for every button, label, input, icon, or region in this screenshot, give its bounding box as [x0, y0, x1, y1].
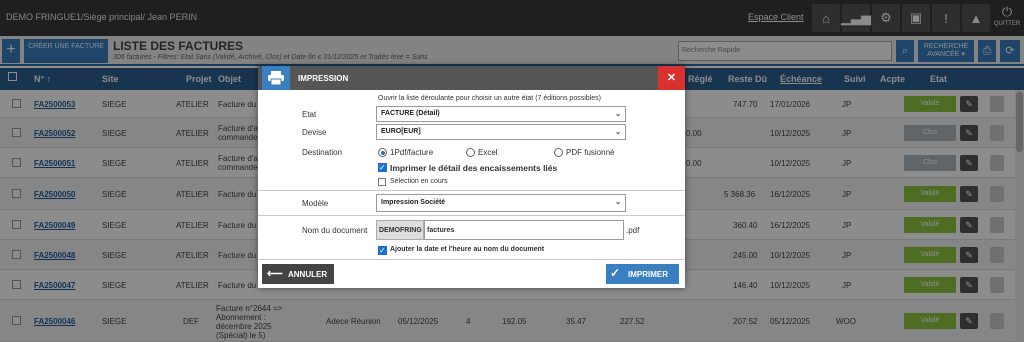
chevron-down-icon: ⌄	[615, 129, 621, 136]
dialog-title: IMPRESSION	[298, 74, 349, 83]
encaissements-checkbox[interactable]	[378, 162, 387, 173]
cancel-button[interactable]: ⟵ ANNULER	[262, 264, 334, 284]
selection-checkbox[interactable]	[378, 178, 386, 186]
print-label: IMPRIMER	[628, 270, 668, 279]
encaissements-label: Imprimer le détail des encaissements lié…	[390, 163, 558, 173]
doc-prefix: DEMOFRING	[376, 220, 424, 240]
etat-label: Etat	[302, 110, 317, 119]
devise-value: EURO[EUR]	[381, 128, 421, 135]
selection-label: Sélection en cours	[390, 178, 448, 185]
dest-excel-label: Excel	[478, 148, 498, 157]
destination-label: Destination	[302, 148, 343, 157]
print-button[interactable]: ✓ IMPRIMER	[606, 264, 679, 284]
printer-icon	[262, 66, 290, 90]
devise-select[interactable]: EURO[EUR] ⌄	[376, 124, 626, 140]
dest-pdf-fusionne-label: PDF fusionné	[566, 148, 615, 157]
ajouter-date-label: Ajouter la date et l'heure au nom du doc…	[390, 246, 545, 253]
ajouter-date-checkbox[interactable]	[378, 245, 387, 256]
dialog-header: IMPRESSION ✕	[258, 66, 685, 90]
dest-pdf-label: 1Pdf/facture	[390, 148, 434, 157]
close-icon[interactable]: ✕	[658, 66, 685, 90]
modele-select[interactable]: Impression Société ⌄	[376, 194, 626, 212]
arrow-left-icon: ⟵	[267, 268, 283, 280]
divider	[258, 190, 685, 191]
modele-value: Impression Société	[381, 199, 446, 206]
etat-hint: Ouvrir la liste déroulante pour choisir …	[378, 95, 601, 102]
etat-value: FACTURE (Détail)	[381, 110, 440, 117]
check-icon: ✓	[610, 266, 621, 280]
cancel-label: ANNULER	[288, 270, 328, 279]
nomdoc-label: Nom du document	[302, 226, 368, 235]
chevron-down-icon: ⌄	[615, 111, 621, 118]
divider	[258, 215, 685, 216]
doc-name-input[interactable]: factures	[424, 220, 624, 240]
modele-label: Modèle	[302, 199, 329, 208]
doc-ext: .pdf	[626, 226, 640, 235]
dest-radio-pdf-fusionne[interactable]	[554, 148, 563, 157]
dest-radio-pdf[interactable]	[378, 148, 387, 157]
divider	[258, 259, 685, 260]
dest-radio-excel[interactable]	[466, 148, 475, 157]
chevron-down-icon: ⌄	[615, 199, 621, 206]
print-dialog: IMPRESSION ✕ Ouvrir la liste déroulante …	[258, 66, 685, 288]
devise-label: Devise	[302, 128, 327, 137]
etat-select[interactable]: FACTURE (Détail) ⌄	[376, 106, 626, 122]
